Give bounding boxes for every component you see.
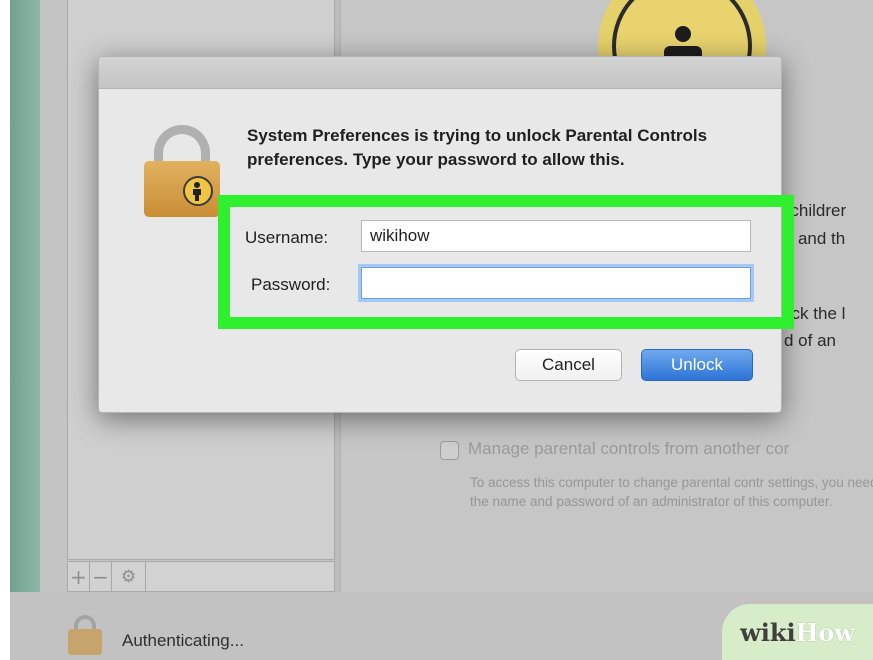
parental-controls-icon (183, 176, 213, 206)
status-text: Authenticating... (122, 631, 244, 650)
dialog-titlebar (99, 57, 781, 89)
list-controls: + − ⚙ (67, 561, 335, 592)
manage-remote-label: Manage parental controls from another co… (468, 439, 790, 458)
manage-remote-description: To access this computer to change parent… (470, 475, 873, 509)
remove-icon[interactable]: − (90, 562, 112, 591)
dialog-message: System Preferences is trying to unlock P… (247, 126, 708, 169)
manage-remote-checkbox[interactable] (440, 441, 459, 460)
watermark-part-2: How (795, 617, 855, 647)
cancel-button[interactable]: Cancel (515, 349, 622, 381)
content-text-fragment: d of an (784, 331, 836, 350)
wikihow-watermark: wiki How (722, 604, 873, 660)
add-icon[interactable]: + (68, 562, 90, 591)
small-lock-icon[interactable] (68, 615, 102, 655)
unlock-button[interactable]: Unlock (641, 349, 753, 381)
desktop-edge (10, 0, 40, 660)
watermark-part-1: wiki (740, 617, 796, 647)
gear-icon[interactable]: ⚙ (112, 562, 146, 591)
highlight-frame (218, 195, 794, 329)
lock-icon (144, 125, 220, 217)
